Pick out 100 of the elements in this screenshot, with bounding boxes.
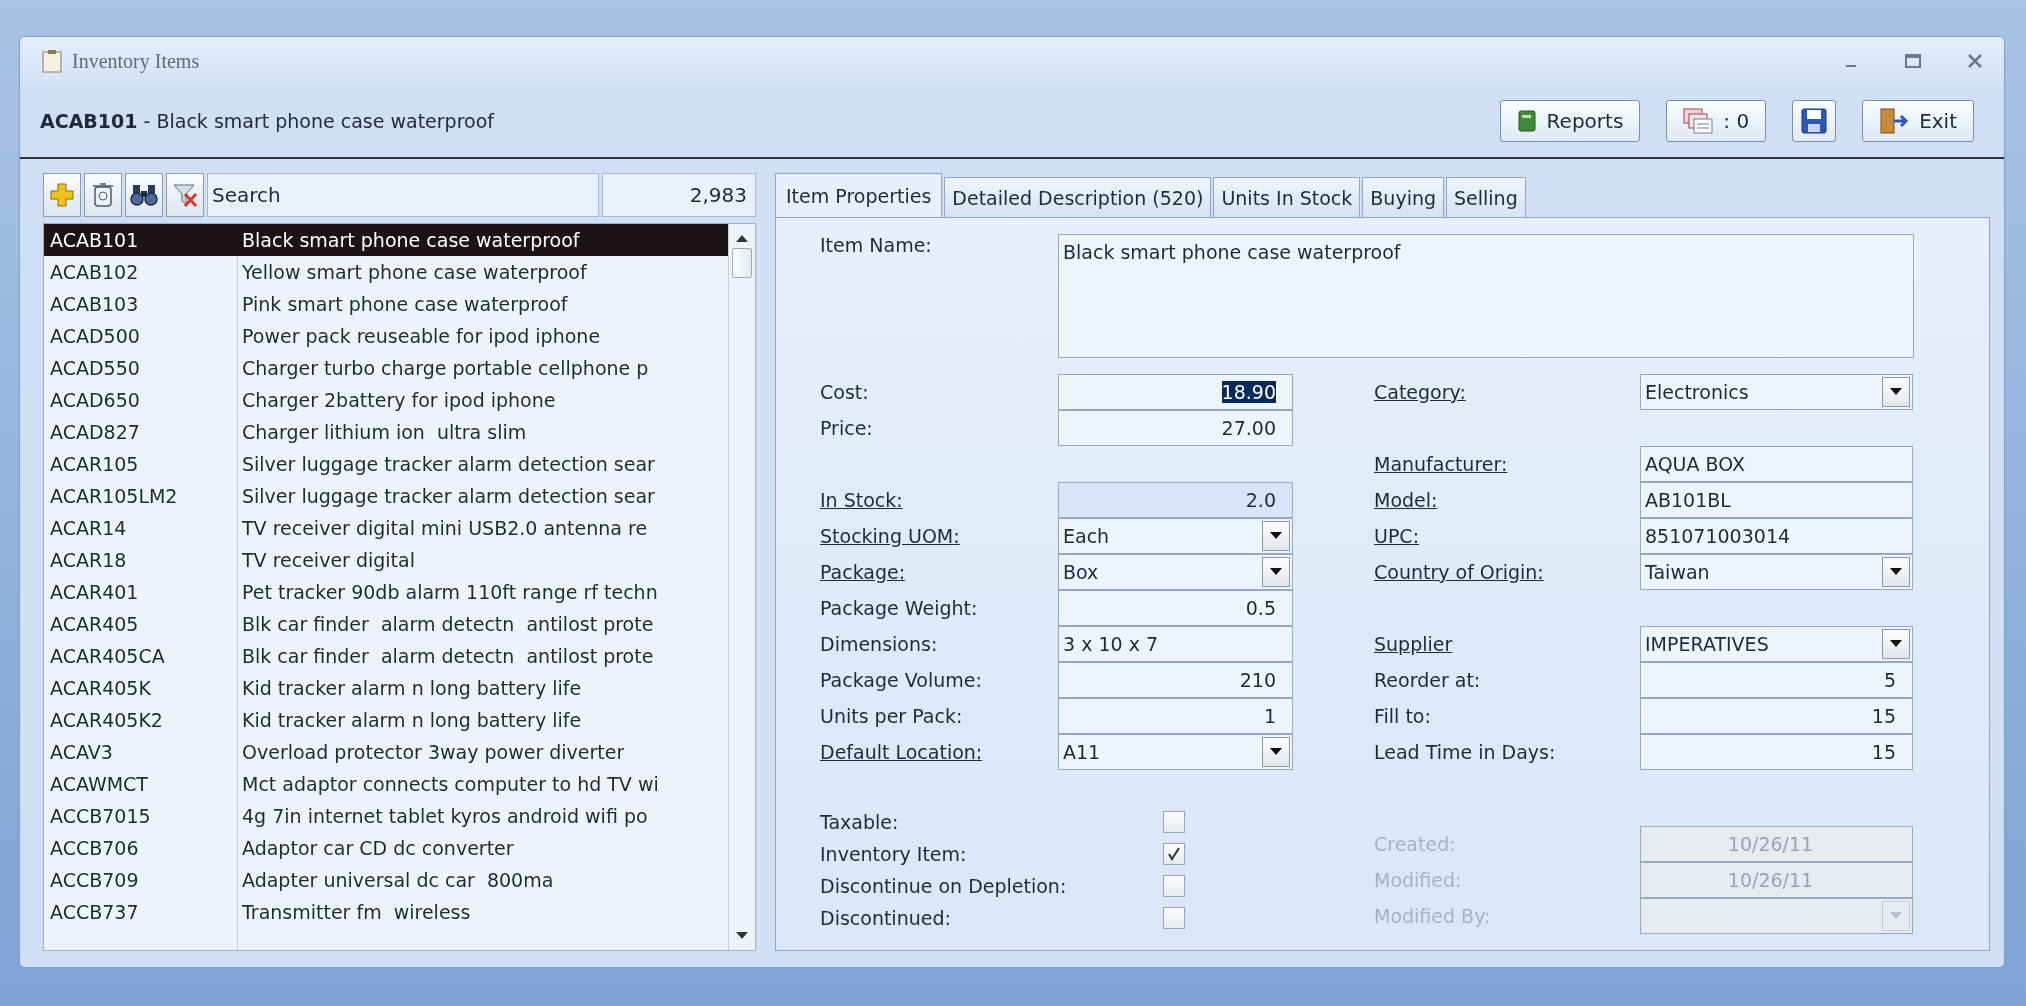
text-field[interactable]: 15 — [1640, 697, 1913, 734]
text-field[interactable]: 1 — [1058, 697, 1293, 734]
tool-button[interactable] — [125, 173, 163, 217]
item-code: ACAV3 — [49, 741, 114, 763]
list-row[interactable]: ACAB102 Yellow smart phone case waterproof — [44, 256, 728, 288]
list-row[interactable]: ACAD550 Charger turbo charge portable cellphone p — [44, 352, 728, 384]
tab[interactable]: Item Properties — [775, 173, 943, 217]
checkbox[interactable] — [1163, 907, 1185, 929]
item-description: Adapter universal dc car 800ma — [241, 869, 554, 891]
field-link[interactable]: Default Location: — [820, 741, 1058, 763]
dropdown-button[interactable] — [1262, 520, 1290, 551]
list-row[interactable]: ACAR405 Blk car finder alarm detectn antilost prote — [44, 608, 728, 640]
list-row[interactable]: ACAR18 TV receiver digital — [44, 544, 728, 576]
text-field[interactable]: AQUA BOX — [1640, 446, 1913, 482]
text-area[interactable]: Black smart phone case waterproof — [1058, 234, 1914, 358]
tab[interactable]: Selling — [1446, 177, 1526, 217]
field-link[interactable]: Stocking UOM: — [820, 525, 1058, 547]
text-field[interactable]: 5 — [1640, 661, 1913, 698]
save-icon — [1801, 108, 1828, 134]
list-row[interactable]: ACAD650 Charger 2battery for ipod iphone — [44, 384, 728, 416]
item-code: ACCB737 — [49, 901, 140, 923]
caret-icon — [1270, 531, 1282, 540]
dropdown-field[interactable]: Taiwan — [1640, 553, 1913, 590]
checkbox[interactable] — [1163, 811, 1185, 833]
text-field[interactable]: 15 — [1640, 733, 1913, 770]
item-code: ACAB101 — [49, 229, 140, 251]
caret-icon — [1890, 388, 1902, 396]
checkbox[interactable] — [1163, 875, 1185, 897]
list-row[interactable]: ACAB103 Pink smart phone case waterproof — [44, 288, 728, 320]
binoculars-icon — [130, 183, 158, 207]
dropdown-button[interactable] — [1882, 629, 1910, 659]
checkbox-label: Discontinued: — [820, 907, 952, 929]
field-link[interactable]: Manufacturer: — [1374, 453, 1640, 475]
item-description: Black smart phone case waterproof — [241, 229, 580, 251]
tab[interactable]: Detailed Description (520) — [944, 177, 1212, 217]
caret-icon — [1270, 747, 1282, 756]
field-link[interactable]: Supplier — [1374, 633, 1640, 655]
text-field[interactable]: 851071003014 — [1640, 517, 1913, 554]
list-row[interactable]: ACAD500 Power pack reuseable for ipod iphone — [44, 320, 728, 352]
dropdown-field[interactable]: A11 — [1058, 733, 1293, 770]
dropdown-field[interactable]: Each — [1058, 517, 1293, 554]
text-field[interactable]: AB101BL — [1640, 481, 1913, 518]
record-title: ACAB101 - Black smart phone case waterproof — [40, 110, 494, 132]
list-row[interactable]: ACCB7015 4g 7in internet tablet kyros android wifi po — [44, 800, 728, 832]
text-field[interactable]: 210 — [1058, 661, 1293, 698]
item-description: Adaptor car CD dc converter — [241, 837, 514, 859]
item-description: Silver luggage tracker alarm detection sear — [241, 453, 655, 475]
exit-button[interactable]: Exit — [1862, 100, 1974, 142]
dropdown-button[interactable] — [1882, 556, 1910, 587]
text-field[interactable]: 0.5 — [1058, 589, 1293, 626]
field-link[interactable]: Category: — [1374, 381, 1640, 403]
checkbox[interactable] — [1163, 843, 1185, 865]
text-field[interactable]: 2.0 — [1058, 482, 1293, 518]
text-field[interactable]: 3 x 10 x 7 — [1058, 625, 1293, 662]
field-link[interactable]: Country of Origin: — [1374, 561, 1640, 583]
search-field[interactable]: Search — [207, 173, 599, 217]
field-link[interactable]: UPC: — [1374, 525, 1640, 547]
item-description: Overload protector 3way power diverter — [241, 741, 625, 763]
item-code: ACAD827 — [49, 421, 141, 443]
scroll-up-icon[interactable] — [736, 234, 748, 242]
reports-button[interactable]: Reports — [1499, 100, 1641, 142]
list-row[interactable]: ACCB737 Transmitter fm wireless — [44, 896, 728, 928]
item-code: ACAD500 — [49, 325, 141, 347]
dropdown-field[interactable]: Electronics — [1640, 374, 1913, 410]
scrollbar[interactable] — [728, 224, 755, 950]
list-row[interactable]: ACAR405K Kid tracker alarm n long battery life — [44, 672, 728, 704]
scroll-down-icon[interactable] — [736, 932, 748, 940]
list-row[interactable]: ACCB709 Adapter universal dc car 800ma — [44, 864, 728, 896]
item-code: ACAB103 — [49, 293, 140, 315]
field-link[interactable]: In Stock: — [820, 489, 1058, 511]
list-row[interactable]: ACAR405K2 Kid tracker alarm n long battery life — [44, 704, 728, 736]
item-description: Transmitter fm wireless — [241, 901, 471, 923]
list-row[interactable]: ACAD827 Charger lithium ion ultra slim — [44, 416, 728, 448]
toolbar-button[interactable]: : 0 — [1666, 100, 1767, 142]
list-row[interactable]: ACAR105LM2 Silver luggage tracker alarm detection sear — [44, 480, 728, 512]
list-row[interactable]: ACAV3 Overload protector 3way power diverter — [44, 736, 728, 768]
item-code: ACAD550 — [49, 357, 141, 379]
field-link[interactable]: Model: — [1374, 489, 1640, 511]
list-row[interactable]: ACAR401 Pet tracker 90db alarm 110ft range rf techn — [44, 576, 728, 608]
text-field[interactable]: 18.90 — [1058, 374, 1293, 410]
list-row[interactable]: ACAR14 TV receiver digital mini USB2.0 antenna re — [44, 512, 728, 544]
scrollbar-thumb[interactable] — [732, 248, 752, 278]
list-row[interactable]: ACCB706 Adaptor car CD dc converter — [44, 832, 728, 864]
list-row[interactable]: ACAR405CA Blk car finder alarm detectn antilost prote — [44, 640, 728, 672]
text-field[interactable]: 27.00 — [1058, 409, 1293, 446]
tab[interactable]: Units In Stock — [1213, 177, 1361, 217]
list-row[interactable]: ACAR105 Silver luggage tracker alarm detection sear — [44, 448, 728, 480]
field-label: Price: — [820, 417, 874, 439]
dropdown-field[interactable]: Box — [1058, 553, 1293, 590]
dropdown-button[interactable] — [1262, 556, 1290, 587]
save-button[interactable] — [1792, 100, 1837, 142]
item-description: Charger 2battery for ipod iphone — [241, 389, 556, 411]
dropdown-field[interactable]: IMPERATIVES — [1640, 626, 1913, 662]
item-description: TV receiver digital — [241, 549, 415, 571]
dropdown-button[interactable] — [1882, 377, 1910, 407]
field-link[interactable]: Package: — [820, 561, 1058, 583]
tab[interactable]: Buying — [1362, 177, 1444, 217]
list-row[interactable]: ACAB101 Black smart phone case waterproof — [44, 224, 728, 256]
list-row[interactable]: ACAWMCT Mct adaptor connects computer to hd TV wi — [44, 768, 728, 800]
dropdown-button[interactable] — [1262, 736, 1290, 767]
